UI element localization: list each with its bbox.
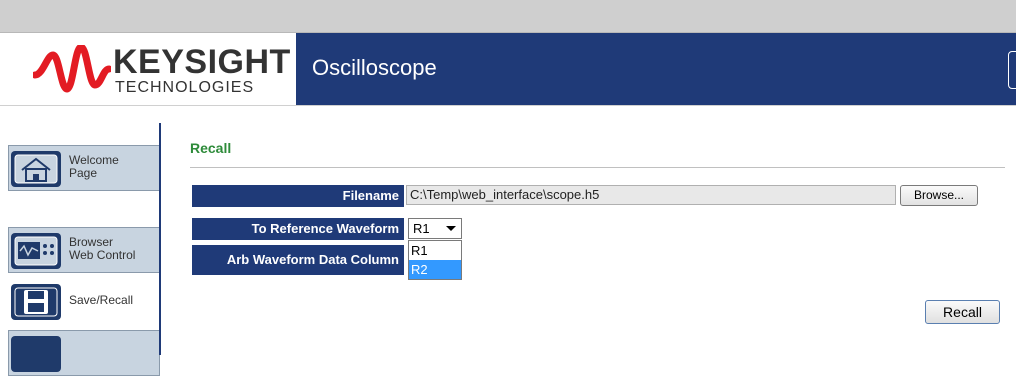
browse-button[interactable]: Browse...	[900, 185, 978, 206]
filename-field[interactable]: C:\Temp\web_interface\scope.h5	[406, 185, 896, 205]
brand-subtitle: TECHNOLOGIES	[115, 79, 255, 96]
reference-waveform-select[interactable]: R1	[408, 218, 462, 239]
instrument-icon	[11, 233, 61, 269]
browser-top-bar	[0, 0, 1016, 33]
dropdown-option-r1[interactable]: R1	[409, 241, 461, 260]
sidebar-item-save-recall[interactable]: Save/Recall	[8, 278, 160, 324]
reference-waveform-label: To Reference Waveform	[192, 218, 404, 240]
chevron-down-icon	[446, 226, 456, 231]
sidebar-item-label: Welcome Page	[69, 153, 119, 180]
dropdown-option-r2[interactable]: R2	[409, 260, 461, 279]
sidebar-divider	[159, 123, 161, 355]
app-title: Oscilloscope	[312, 55, 437, 80]
sidebar-item-browser-web-control[interactable]: Browser Web Control	[8, 227, 160, 273]
header-menu-button[interactable]	[1008, 51, 1016, 89]
header-divider	[0, 105, 1016, 110]
sidebar-item-setup[interactable]	[8, 330, 160, 376]
arb-waveform-label: Arb Waveform Data Column	[192, 245, 404, 275]
header: KEYSIGHT TECHNOLOGIES Oscilloscope	[0, 33, 1016, 105]
app-title-bar: Oscilloscope	[296, 33, 1016, 105]
sidebar-item-label: Browser Web Control	[69, 235, 136, 262]
keysight-logo: KEYSIGHT TECHNOLOGIES	[0, 33, 290, 105]
reference-waveform-value: R1	[413, 221, 430, 236]
section-title: Recall	[190, 140, 232, 156]
settings-icon	[11, 336, 61, 372]
recall-button[interactable]: Recall	[925, 300, 1000, 324]
keysight-wave-icon	[33, 45, 111, 93]
brand-name: KEYSIGHT	[113, 43, 291, 81]
reference-waveform-dropdown: R1 R2	[408, 240, 462, 280]
sidebar: Welcome Page Browser Web Control Save/Re…	[0, 120, 165, 376]
home-icon	[11, 151, 61, 187]
floppy-disk-icon	[11, 284, 61, 320]
main-content: Recall Filename C:\Temp\web_interface\sc…	[190, 140, 1005, 350]
filename-label: Filename	[192, 185, 404, 207]
sidebar-item-welcome-page[interactable]: Welcome Page	[8, 145, 160, 191]
section-divider	[190, 167, 1005, 168]
sidebar-item-label: Save/Recall	[69, 293, 134, 307]
